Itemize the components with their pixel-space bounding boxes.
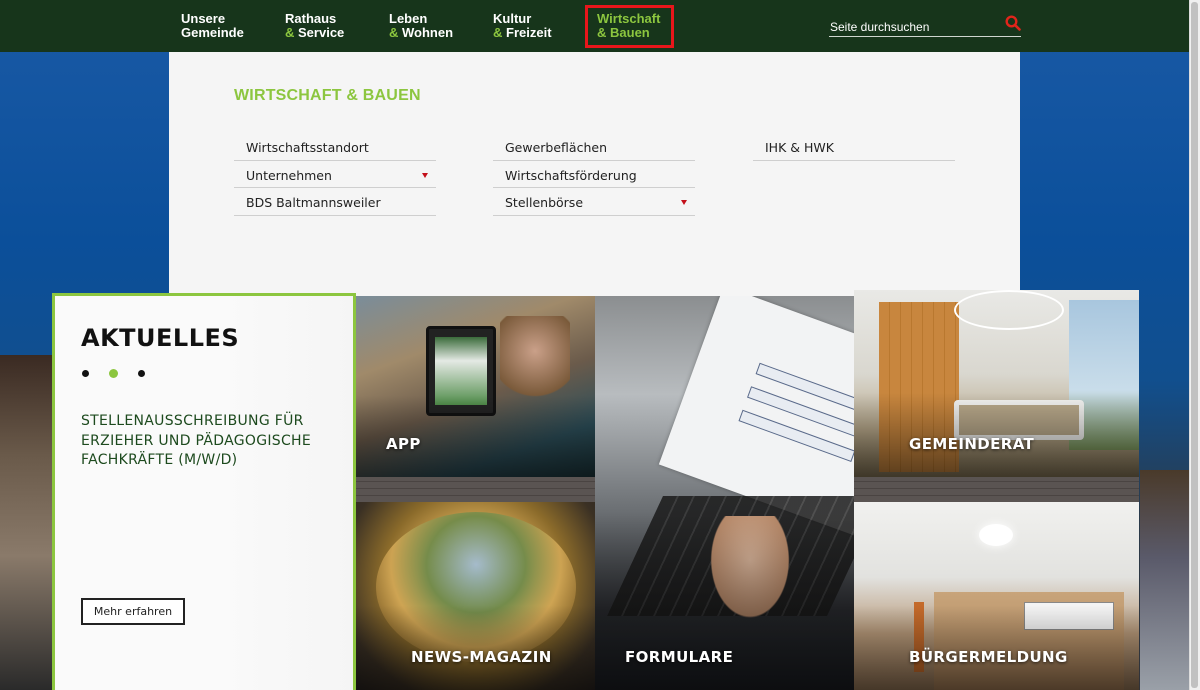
search-icon[interactable] [1005, 15, 1021, 31]
ampersand: & [493, 25, 503, 40]
menu-link-label: Wirtschaftsstandort [246, 140, 369, 155]
tile-buergermeldung[interactable]: BÜRGERMELDUNG [854, 502, 1139, 690]
mega-menu-dropdown: WIRTSCHAFT & BAUEN Wirtschaftsstandort U… [169, 52, 1020, 296]
nav-rathaus-service[interactable]: Rathaus & Service [285, 12, 344, 40]
menu-link-label: Stellenbörse [505, 195, 584, 210]
menu-link-label: BDS Baltmannsweiler [246, 195, 381, 210]
nav-unsere-gemeinde[interactable]: Unsere Gemeinde [181, 12, 244, 40]
nav-label-line2: & Freizeit [493, 26, 552, 40]
tile-label-news-magazin: NEWS-MAGAZIN [411, 648, 552, 666]
mega-menu-title: WIRTSCHAFT & BAUEN [234, 87, 421, 104]
carousel-dots [82, 369, 145, 378]
nav-label-line2: & Service [285, 26, 344, 40]
mega-menu-column-3: IHK & HWK [753, 133, 955, 161]
carousel-dot-1[interactable] [82, 370, 89, 377]
menu-link-label: IHK & HWK [765, 140, 834, 155]
search-input[interactable] [829, 20, 999, 34]
caret-down-icon[interactable] [422, 172, 428, 178]
news-card-overlay [55, 296, 353, 690]
nav-kultur-freizeit[interactable]: Kultur & Freizeit [493, 12, 552, 40]
mega-menu-column-1: Wirtschaftsstandort Unternehmen BDS Balt… [234, 133, 436, 216]
tile-news-magazin[interactable]: NEWS-MAGAZIN [356, 502, 595, 690]
nav-leben-wohnen[interactable]: Leben & Wohnen [389, 12, 453, 40]
news-teaser-card: AKTUELLES STELLENAUSSCHREIBUNG FÜR ERZIE… [52, 293, 356, 690]
menu-link-bds-baltmannsweiler[interactable]: BDS Baltmannsweiler [234, 188, 436, 216]
scrollbar-thumb[interactable] [1191, 2, 1198, 688]
tile-shade [595, 296, 854, 690]
nav-label-line1: Unsere [181, 11, 226, 26]
tile-app[interactable]: APP [356, 296, 595, 477]
ampersand: & [285, 25, 295, 40]
site-search [829, 15, 1021, 37]
ampersand: & [389, 25, 399, 40]
active-nav-highlight-box [585, 5, 674, 48]
nav-label-word: Freizeit [506, 25, 552, 40]
menu-link-wirtschaftsfoerderung[interactable]: Wirtschaftsförderung [493, 161, 695, 188]
menu-link-gewerbeflaechen[interactable]: Gewerbeflächen [493, 133, 695, 161]
menu-link-unternehmen[interactable]: Unternehmen [234, 161, 436, 188]
tile-label-gemeinderat: GEMEINDERAT [909, 435, 1035, 453]
tile-gemeinderat[interactable]: GEMEINDERAT [854, 290, 1139, 477]
menu-link-stellenboerse[interactable]: Stellenbörse [493, 188, 695, 216]
tile-label-app: APP [386, 435, 421, 453]
news-headline: STELLENAUSSCHREIBUNG FÜR ERZIEHER UND PÄ… [81, 413, 312, 468]
brick-divider [854, 477, 1139, 502]
mega-menu-column-2: Gewerbeflächen Wirtschaftsförderung Stel… [493, 133, 695, 216]
tile-formulare[interactable]: FORMULARE [595, 296, 854, 690]
carousel-dot-2[interactable] [109, 369, 118, 378]
background-photo-left [0, 355, 52, 690]
news-section-title: AKTUELLES [81, 324, 240, 352]
nav-label-line1: Leben [389, 11, 428, 26]
menu-link-label: Gewerbeflächen [505, 140, 607, 155]
tile-label-buergermeldung: BÜRGERMELDUNG [909, 648, 1068, 666]
brick-divider [356, 477, 595, 502]
caret-down-icon[interactable] [681, 200, 687, 205]
carousel-dot-3[interactable] [138, 370, 145, 377]
top-navigation: Unsere Gemeinde Rathaus & Service Leben … [0, 0, 1189, 52]
nav-label-line1: Kultur [493, 11, 532, 26]
nav-label-line1: Rathaus [285, 11, 337, 26]
tile-label-formulare: FORMULARE [625, 648, 734, 666]
menu-link-wirtschaftsstandort[interactable]: Wirtschaftsstandort [234, 133, 436, 161]
menu-link-label: Wirtschaftsförderung [505, 167, 637, 183]
menu-link-ihk-hwk[interactable]: IHK & HWK [753, 133, 955, 161]
nav-label-line2: Gemeinde [181, 25, 244, 40]
nav-label-line2: & Wohnen [389, 26, 453, 40]
nav-label-word: Service [298, 25, 345, 40]
read-more-button[interactable]: Mehr erfahren [81, 598, 185, 625]
nav-label-word: Wohnen [402, 25, 454, 40]
menu-link-label: Unternehmen [246, 167, 332, 183]
vertical-scrollbar[interactable] [1189, 0, 1200, 690]
